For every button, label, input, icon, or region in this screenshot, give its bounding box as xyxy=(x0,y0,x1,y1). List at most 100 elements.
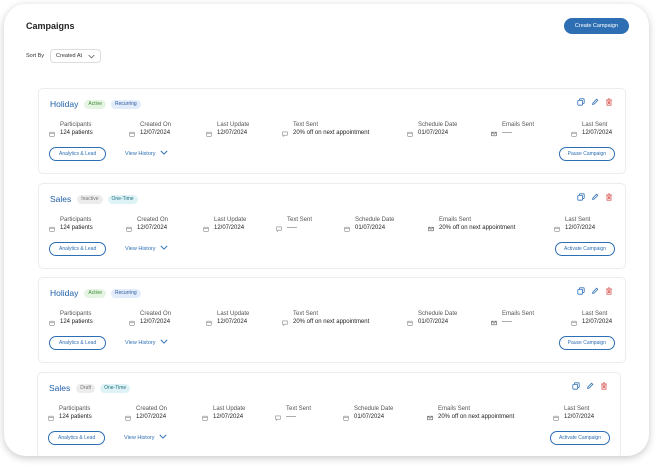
calendar-icon xyxy=(343,408,349,421)
stat-label: Emails Sent xyxy=(438,406,471,412)
stat-value: 01/07/2024 xyxy=(355,225,386,231)
stat-participants: Participants 124 patients xyxy=(49,310,93,327)
copy-icon[interactable] xyxy=(577,287,585,295)
copy-icon[interactable] xyxy=(577,98,585,106)
mail-icon xyxy=(491,313,497,326)
view-history-link[interactable]: View History xyxy=(125,339,169,346)
stat-value: 124 patients xyxy=(60,130,93,136)
stat-label: Last Sent xyxy=(564,406,590,412)
trash-icon[interactable] xyxy=(605,98,613,106)
stat-participants: Participants 124 patients xyxy=(49,121,93,138)
stat-schedule-date: Schedule Date 01/07/2024 xyxy=(344,216,394,233)
stat-text-sent: Text Sent 20% off on next appointment xyxy=(282,121,369,138)
chevron-down-icon xyxy=(155,245,169,252)
stat-value: 12/07/2024 xyxy=(136,414,167,420)
pencil-icon[interactable] xyxy=(591,287,599,295)
mail-icon xyxy=(428,219,434,232)
stat-value: 20% off on next appointment xyxy=(293,319,370,325)
stat-value: 12/07/2024 xyxy=(565,225,596,231)
copy-icon[interactable] xyxy=(577,193,585,201)
calendar-icon xyxy=(554,219,560,232)
calendar-icon xyxy=(202,408,208,421)
analytics-lead-button[interactable]: Analytics & Lead xyxy=(49,147,107,161)
stat-label: Created On xyxy=(140,122,172,128)
stat-label: Created On xyxy=(136,406,168,412)
stat-value: 12/07/2024 xyxy=(564,414,595,420)
campaign-title-row: Sales Inactive One-Time xyxy=(50,194,143,204)
pencil-icon[interactable] xyxy=(591,193,599,201)
stat-emails-sent: Emails Sent ----- xyxy=(491,121,534,138)
card-actions xyxy=(572,382,608,390)
stat-label: Schedule Date xyxy=(355,217,395,223)
card-actions xyxy=(577,287,613,295)
stat-value: ----- xyxy=(287,225,297,231)
card-footer: Analytics & Lead View History Activate Cam… xyxy=(48,431,610,446)
view-history-link[interactable]: View History xyxy=(124,434,168,441)
stat-value: 12/07/2024 xyxy=(217,319,248,325)
stat-label: Last Update xyxy=(217,311,250,317)
trash-icon[interactable] xyxy=(605,287,613,295)
view-history-label: View History xyxy=(125,245,156,252)
pencil-icon[interactable] xyxy=(586,382,594,390)
calendar-icon xyxy=(407,124,413,137)
copy-icon[interactable] xyxy=(572,382,580,390)
sort-select[interactable]: Created At xyxy=(50,49,102,63)
stat-value: 124 patients xyxy=(60,225,93,231)
stat-value: 12/07/2024 xyxy=(217,130,248,136)
pencil-icon[interactable] xyxy=(591,98,599,106)
stat-label: Participants xyxy=(59,406,91,412)
stat-label: Participants xyxy=(60,217,92,223)
campaign-name[interactable]: Sales xyxy=(49,383,70,393)
trash-icon[interactable] xyxy=(605,193,613,201)
stat-last-sent: Last Sent 12/07/2024 xyxy=(571,121,612,138)
analytics-lead-button[interactable]: Analytics & Lead xyxy=(49,336,107,350)
stat-emails-sent: Emails Sent 20% off on next appointment xyxy=(427,405,514,422)
stat-label: Last Update xyxy=(213,406,246,412)
analytics-lead-button[interactable]: Analytics & Lead xyxy=(48,431,106,445)
stat-value: 20% off on next appointment xyxy=(439,225,516,231)
calendar-icon xyxy=(407,313,413,326)
status-badge: Active xyxy=(84,99,106,109)
create-campaign-button[interactable]: Create Campaign xyxy=(563,18,629,34)
campaign-name[interactable]: Holiday xyxy=(50,99,78,109)
page-title: Campaigns xyxy=(26,21,75,31)
sort-value: Created At xyxy=(56,53,83,59)
calendar-icon xyxy=(49,124,55,137)
view-history-label: View History xyxy=(125,339,156,346)
campaign-toggle-button[interactable]: Activate Campaign xyxy=(555,242,615,256)
stat-value: 12/07/2024 xyxy=(214,225,245,231)
campaign-toggle-button[interactable]: Activate Campaign xyxy=(550,431,610,445)
view-history-link[interactable]: View History xyxy=(125,150,169,157)
stat-label: Emails Sent xyxy=(502,122,535,128)
campaign-card: Holiday Active Recurring Participants 124 pa… xyxy=(38,277,626,363)
campaign-title-row: Sales Draft One-Time xyxy=(49,383,135,393)
stat-created-on: Created On 12/07/2024 xyxy=(129,310,171,327)
stat-value: ----- xyxy=(286,414,296,420)
stat-label: Text Sent xyxy=(293,122,319,128)
calendar-icon xyxy=(48,408,54,421)
stat-participants: Participants 124 patients xyxy=(48,405,92,422)
stat-value: 01/07/2024 xyxy=(418,130,449,136)
campaign-name[interactable]: Holiday xyxy=(50,288,78,298)
stat-last-update: Last Update 12/07/2024 xyxy=(202,405,245,422)
analytics-lead-button[interactable]: Analytics & Lead xyxy=(49,242,107,256)
stat-created-on: Created On 12/07/2024 xyxy=(125,405,167,422)
trash-icon[interactable] xyxy=(600,382,608,390)
campaign-toggle-button[interactable]: Pause Campaign xyxy=(558,336,615,350)
view-history-link[interactable]: View History xyxy=(125,245,169,252)
campaign-toggle-button[interactable]: Pause Campaign xyxy=(558,147,615,161)
stat-text-sent: Text Sent 20% off on next appointment xyxy=(282,310,369,327)
stat-label: Emails Sent xyxy=(502,311,535,317)
stat-label: Last Update xyxy=(217,122,250,128)
mail-icon xyxy=(491,124,497,137)
type-badge: One-Time xyxy=(107,194,138,204)
calendar-icon xyxy=(344,219,350,232)
stat-last-sent: Last Sent 12/07/2024 xyxy=(553,405,594,422)
view-history-label: View History xyxy=(124,434,155,441)
campaign-card: Sales Inactive One-Time Participants 124 pat… xyxy=(38,183,626,269)
message-icon xyxy=(282,313,288,327)
stat-value: 12/07/2024 xyxy=(582,319,613,325)
campaign-title-row: Holiday Active Recurring xyxy=(50,288,146,298)
stat-last-sent: Last Sent 12/07/2024 xyxy=(554,216,595,233)
campaign-name[interactable]: Sales xyxy=(50,194,71,204)
